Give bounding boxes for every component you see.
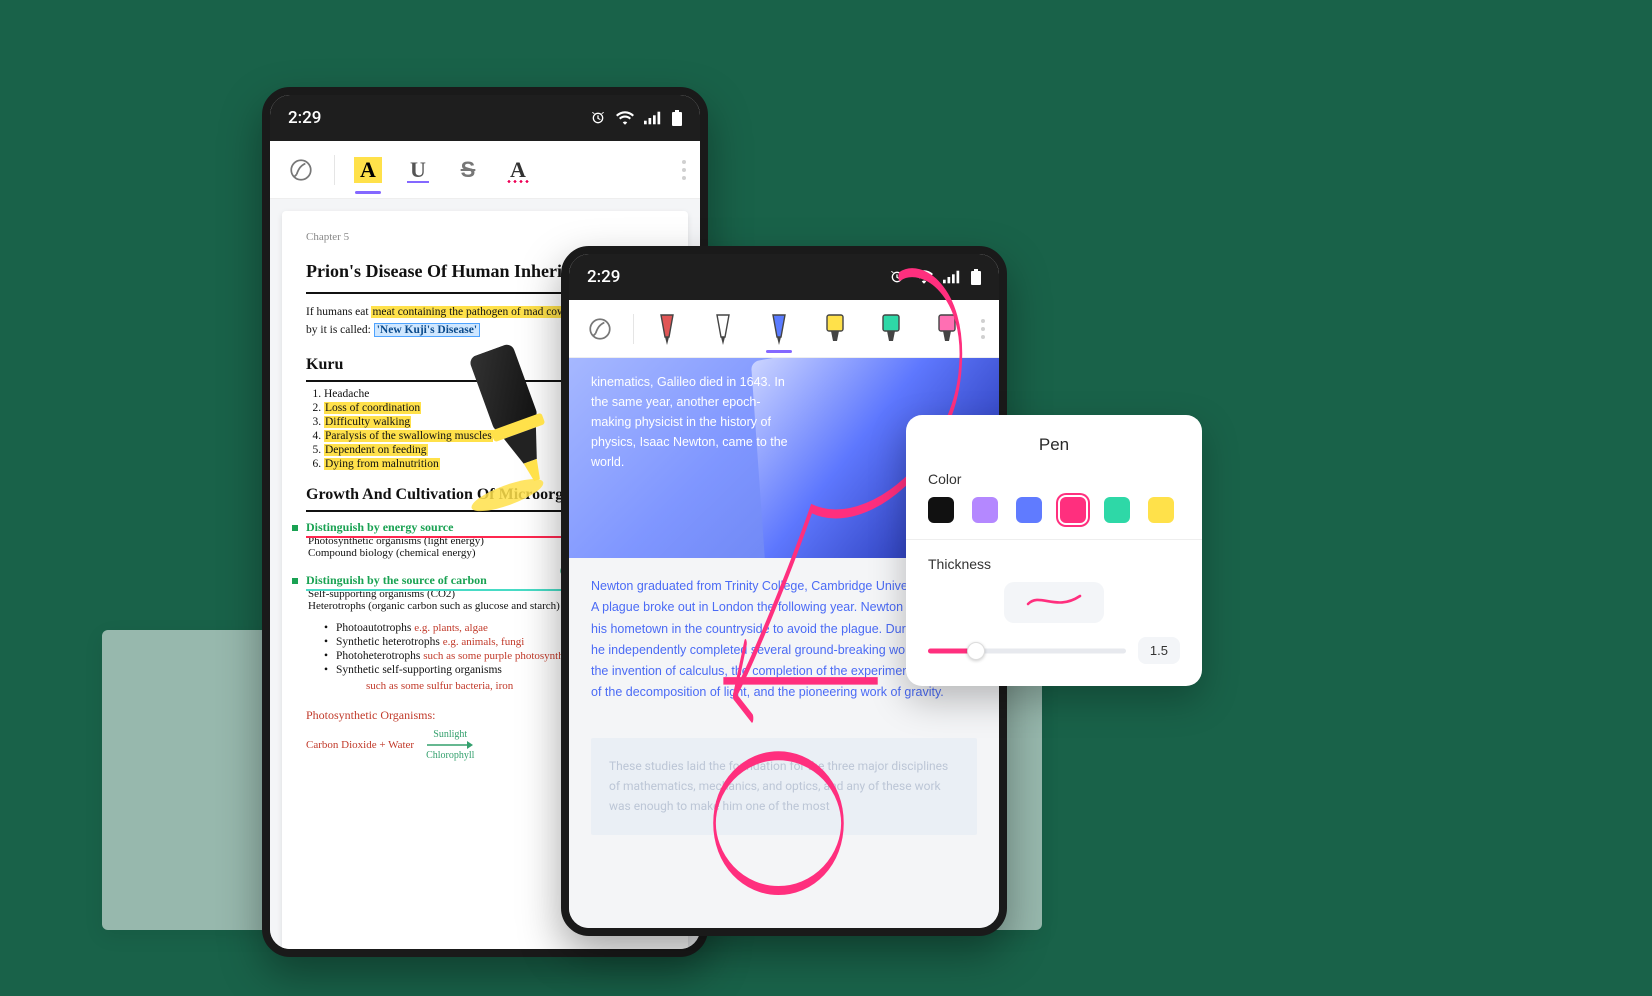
arrow-icon (427, 740, 473, 750)
alarm-icon (889, 269, 905, 285)
wifi-icon (616, 111, 634, 125)
color-swatch[interactable] (1104, 497, 1130, 523)
pen-outline[interactable] (700, 306, 746, 352)
pen-toolbar (569, 300, 999, 358)
clock: 2:29 (587, 267, 620, 287)
selected-indicator (355, 191, 381, 194)
color-label: Color (928, 471, 1180, 487)
hand-label: Chlorophyll (426, 750, 474, 761)
highlighter-pink[interactable] (924, 306, 970, 352)
toolbar-separator (334, 155, 335, 185)
color-swatch[interactable] (1060, 497, 1086, 523)
boxed-term: 'New Kuji's Disease' (374, 323, 480, 337)
color-swatch[interactable] (972, 497, 998, 523)
pen-red[interactable] (644, 306, 690, 352)
article-faded: These studies laid the foundation for th… (591, 738, 977, 835)
signal-icon (644, 111, 662, 125)
app-logo-icon[interactable] (278, 147, 324, 193)
more-icon[interactable] (682, 160, 692, 180)
more-icon[interactable] (981, 319, 991, 339)
status-icons (889, 269, 981, 285)
wifi-icon (915, 270, 933, 284)
color-swatch[interactable] (928, 497, 954, 523)
thickness-label: Thickness (928, 556, 1180, 572)
toolbar-separator (633, 314, 634, 344)
banner-text: kinematics, Galileo died in 1643. In the… (591, 372, 799, 472)
selected-indicator (766, 350, 792, 353)
highlight-toolbar: A U S A (270, 141, 700, 199)
squiggle-tool[interactable]: A (495, 147, 541, 193)
chapter-label: Chapter 5 (306, 231, 664, 243)
hand-equation: Carbon Dioxide + Water (306, 739, 414, 751)
alarm-icon (590, 110, 606, 126)
popup-divider (906, 539, 1202, 540)
thickness-preview (928, 582, 1180, 623)
popup-title: Pen (928, 435, 1180, 455)
color-swatch[interactable] (1016, 497, 1042, 523)
status-bar: 2:29 (569, 254, 999, 300)
underline-tool[interactable]: U (395, 147, 441, 193)
highlight-tool[interactable]: A (345, 147, 391, 193)
clock: 2:29 (288, 108, 321, 128)
highlighter-green[interactable] (868, 306, 914, 352)
thickness-slider[interactable] (928, 640, 1126, 662)
thickness-value: 1.5 (1138, 637, 1180, 664)
pen-settings-popup: Pen Color Thickness 1.5 (906, 415, 1202, 686)
highlight-span: meat containing the pathogen of mad cow (371, 306, 566, 318)
battery-icon (971, 269, 981, 285)
hand-label: Sunlight (433, 729, 467, 740)
pen-blue[interactable] (756, 306, 802, 352)
strikethrough-tool[interactable]: S (445, 147, 491, 193)
color-swatches (928, 497, 1180, 523)
status-icons (590, 110, 682, 126)
highlighter-yellow[interactable] (812, 306, 858, 352)
app-logo-icon[interactable] (577, 306, 623, 352)
status-bar: 2:29 (270, 95, 700, 141)
battery-icon (672, 110, 682, 126)
signal-icon (943, 270, 961, 284)
color-swatch[interactable] (1148, 497, 1174, 523)
